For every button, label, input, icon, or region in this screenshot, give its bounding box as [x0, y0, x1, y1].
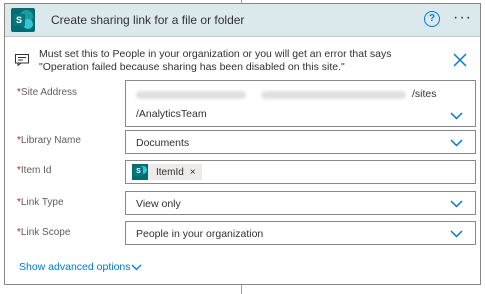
chevron-down-icon[interactable]	[450, 112, 463, 120]
library-name-dropdown[interactable]: Documents	[125, 130, 476, 154]
link-type-value: View only	[136, 198, 181, 210]
sharepoint-logo-icon: S	[132, 164, 148, 180]
library-name-label: *Library Name	[17, 135, 81, 146]
link-scope-value: People in your organization	[136, 228, 264, 240]
chevron-down-icon[interactable]	[450, 200, 463, 208]
site-address-value-suffix: /sites	[412, 88, 437, 100]
link-scope-dropdown[interactable]: People in your organization	[125, 221, 476, 245]
redacted-text	[261, 91, 406, 99]
link-type-dropdown[interactable]: View only	[125, 191, 476, 215]
card-header[interactable]: S Create sharing link for a file or fold…	[5, 4, 480, 37]
close-icon[interactable]	[453, 53, 467, 67]
link-scope-label: *Link Scope	[17, 227, 71, 238]
note-icon	[15, 54, 29, 66]
token-remove-button[interactable]: ×	[190, 167, 196, 178]
link-type-label: *Link Type	[17, 197, 64, 208]
chevron-down-icon[interactable]	[450, 230, 463, 238]
more-icon[interactable]: ···	[453, 8, 472, 28]
site-address-label: *Site Address	[17, 87, 78, 98]
info-note: Must set this to People in your organiza…	[39, 48, 392, 73]
chevron-down-icon[interactable]	[131, 264, 142, 271]
connector-line-bottom	[241, 285, 242, 294]
action-card: S Create sharing link for a file or fold…	[4, 3, 481, 285]
sharepoint-logo-icon: S	[11, 8, 35, 32]
library-name-value: Documents	[136, 137, 190, 149]
item-id-token[interactable]: S ItemId ×	[132, 164, 202, 180]
item-id-label: *Item Id	[17, 165, 52, 176]
site-address-value: /AnalyticsTeam	[136, 108, 207, 120]
site-address-field[interactable]: /sites /AnalyticsTeam	[125, 80, 476, 127]
item-id-field[interactable]: S ItemId ×	[125, 160, 476, 184]
card-title[interactable]: Create sharing link for a file or folder	[51, 13, 244, 27]
item-id-token-label: ItemId	[156, 166, 184, 178]
help-icon[interactable]: ?	[424, 11, 440, 27]
redacted-text	[136, 91, 246, 99]
chevron-down-icon[interactable]	[450, 139, 463, 147]
show-advanced-options-link[interactable]: Show advanced options	[19, 261, 131, 273]
